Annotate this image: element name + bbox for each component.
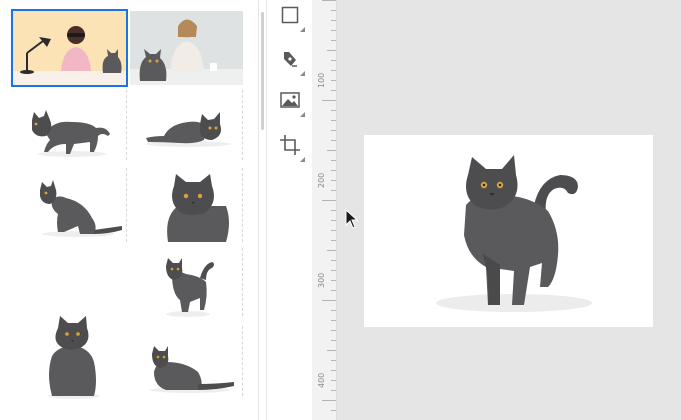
thumbnail-photo-woman-cat[interactable] [130, 11, 243, 85]
tool-options-indicator [300, 112, 305, 117]
ruler-label-200: 200 [317, 172, 326, 188]
ruler-label-400: 400 [317, 372, 326, 388]
thumbnail-cat-sitting-front[interactable] [40, 314, 106, 400]
column-divider [242, 326, 243, 396]
image-panel [0, 0, 258, 420]
tool-strip [266, 0, 314, 420]
ruler-label-100: 100 [317, 72, 326, 88]
scrollbar-thumb[interactable] [261, 12, 264, 130]
column-divider [242, 248, 243, 316]
mouse-cursor-icon [345, 208, 359, 233]
column-divider [242, 168, 243, 242]
thumbnail-photo-person-lamp-cat[interactable] [11, 9, 128, 87]
crop-tool[interactable] [273, 130, 307, 164]
cat-image[interactable] [364, 135, 653, 327]
column-divider [126, 90, 127, 160]
pen-nib-icon [281, 50, 299, 72]
thumbnail-cat-standing-tail-up[interactable] [160, 256, 218, 318]
thumbnail-cat-crouching[interactable] [146, 344, 238, 394]
tool-options-indicator [300, 27, 305, 32]
pen-tool[interactable] [273, 44, 307, 78]
ruler-label-300: 300 [317, 272, 326, 288]
rectangle-tool[interactable] [273, 0, 307, 34]
column-divider [126, 168, 127, 242]
crop-icon [279, 134, 301, 160]
thumbnail-cat-sitting-side[interactable] [34, 178, 126, 240]
artboard[interactable] [364, 135, 653, 327]
image-tool[interactable] [273, 85, 307, 119]
thumbnail-cat-lying[interactable] [140, 106, 235, 150]
square-icon [281, 6, 299, 28]
thumbnail-cat-walking-left[interactable] [24, 100, 116, 160]
tool-options-indicator [300, 157, 305, 162]
thumbnail-cat-face-front[interactable] [160, 172, 230, 242]
column-divider [242, 90, 243, 160]
vertical-ruler[interactable]: 100 200 300 400 [312, 0, 337, 420]
tool-options-indicator [300, 71, 305, 76]
image-panel-scrollbar[interactable] [259, 0, 266, 420]
image-icon [280, 92, 300, 112]
ruler-ticks [322, 0, 336, 411]
canvas-area[interactable] [337, 0, 681, 420]
